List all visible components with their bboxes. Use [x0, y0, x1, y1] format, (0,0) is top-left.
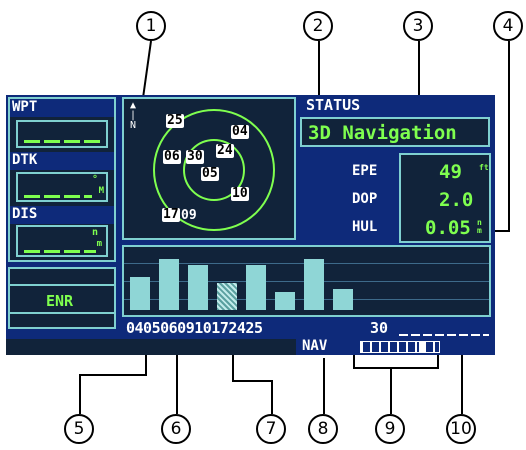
callout-label: 7 — [265, 419, 277, 439]
status-title: STATUS — [306, 96, 361, 114]
hul-unit: nm — [477, 218, 482, 235]
dtk-field: ° M — [16, 172, 108, 202]
dis-field: n m — [16, 225, 108, 257]
epe-label: EPE — [352, 163, 378, 179]
satellite-25: 25 — [166, 113, 184, 128]
satellite-17: 17 — [162, 207, 180, 222]
status-value: 3D Navigation — [308, 122, 457, 144]
gps-screen: WPT DTK ° M DIS n m ENR ▲ | N 25 04 06 3… — [6, 95, 495, 355]
callout-6: 6 — [161, 414, 191, 444]
satellite-24: 24 — [216, 143, 234, 158]
callout-label: 2 — [312, 16, 324, 36]
callout-label: 10 — [450, 419, 472, 439]
dis-m-unit: m — [96, 239, 102, 249]
signal-bar — [333, 289, 353, 310]
satellite-06: 06 — [163, 149, 181, 164]
signal-bar — [304, 259, 324, 310]
callout-10: 10 — [446, 414, 476, 444]
accuracy-box: 49 ft 2.0 0.05 nm — [399, 153, 491, 243]
leader-line-7a — [271, 380, 273, 414]
dtk-placeholder — [24, 195, 92, 198]
signal-bar — [130, 277, 150, 310]
satellite-05: 05 — [201, 166, 219, 181]
signal-sat-numbers-tail: 30 — [370, 319, 389, 337]
wpt-label: WPT — [12, 99, 38, 115]
callout-4: 4 — [493, 11, 523, 41]
leader-line-5a — [79, 374, 81, 414]
signal-bar — [275, 292, 295, 310]
callout-label: 8 — [317, 419, 329, 439]
satellite-09: 09 — [181, 208, 197, 223]
cdi-scale-icon — [360, 341, 440, 353]
status-value-box: 3D Navigation — [300, 117, 490, 147]
wpt-placeholder — [24, 140, 100, 143]
callout-label: 9 — [384, 419, 396, 439]
cdi-scale-marker — [419, 342, 425, 352]
signal-sat-numbers: 0405060910172425 — [126, 319, 263, 337]
signal-bar — [246, 265, 266, 310]
dis-placeholder — [24, 250, 96, 253]
leader-line-8 — [323, 358, 325, 414]
dis-label: DIS — [12, 206, 38, 222]
signal-bar — [217, 283, 237, 310]
wpt-field — [16, 120, 108, 148]
dop-label: DOP — [352, 191, 378, 207]
dis-header: DIS — [10, 206, 114, 224]
dtk-label: DTK — [12, 152, 38, 168]
dtk-degree-unit: ° — [91, 174, 98, 185]
satellite-04: 04 — [231, 124, 249, 139]
leader-line-9d — [437, 355, 439, 369]
callout-label: 6 — [170, 419, 182, 439]
wpt-header: WPT — [10, 99, 114, 117]
callout-label: 1 — [145, 16, 157, 36]
callout-2: 2 — [303, 11, 333, 41]
dis-n-unit: n — [91, 227, 98, 238]
left-lower-divider-2 — [10, 312, 114, 314]
leader-line-7b — [232, 380, 273, 382]
hul-value: 0.05 — [425, 217, 471, 239]
callout-9: 9 — [375, 414, 405, 444]
north-arrow-icon: ▲ | N — [130, 101, 136, 131]
callout-3: 3 — [403, 11, 433, 41]
leader-line-9c — [353, 355, 355, 369]
callout-5: 5 — [64, 414, 94, 444]
satellite-10: 10 — [231, 186, 249, 201]
leader-line-4a — [508, 41, 510, 231]
leader-line-9a — [390, 367, 392, 414]
nav-mode-label: NAV — [302, 338, 328, 354]
dop-value: 2.0 — [439, 189, 474, 211]
dtk-header: DTK — [10, 152, 114, 170]
satellite-30: 30 — [186, 149, 204, 164]
epe-unit: ft — [479, 163, 489, 172]
callout-1: 1 — [136, 11, 166, 41]
cdi-mode: ENR — [46, 292, 74, 310]
hul-label: HUL — [352, 219, 378, 235]
signal-bar — [159, 259, 179, 310]
left-lower-divider — [10, 284, 114, 286]
leader-line-5b — [79, 374, 147, 376]
epe-value: 49 — [439, 161, 462, 183]
callout-label: 4 — [502, 16, 514, 36]
leader-line-9b — [353, 367, 439, 369]
callout-7: 7 — [256, 414, 286, 444]
north-label: N — [130, 120, 137, 131]
dtk-mag-unit: M — [98, 186, 104, 196]
callout-label: 5 — [73, 419, 85, 439]
callout-label: 3 — [412, 16, 424, 36]
empty-channel-dashes — [399, 334, 489, 336]
callout-8: 8 — [308, 414, 338, 444]
signal-bar — [188, 265, 208, 310]
